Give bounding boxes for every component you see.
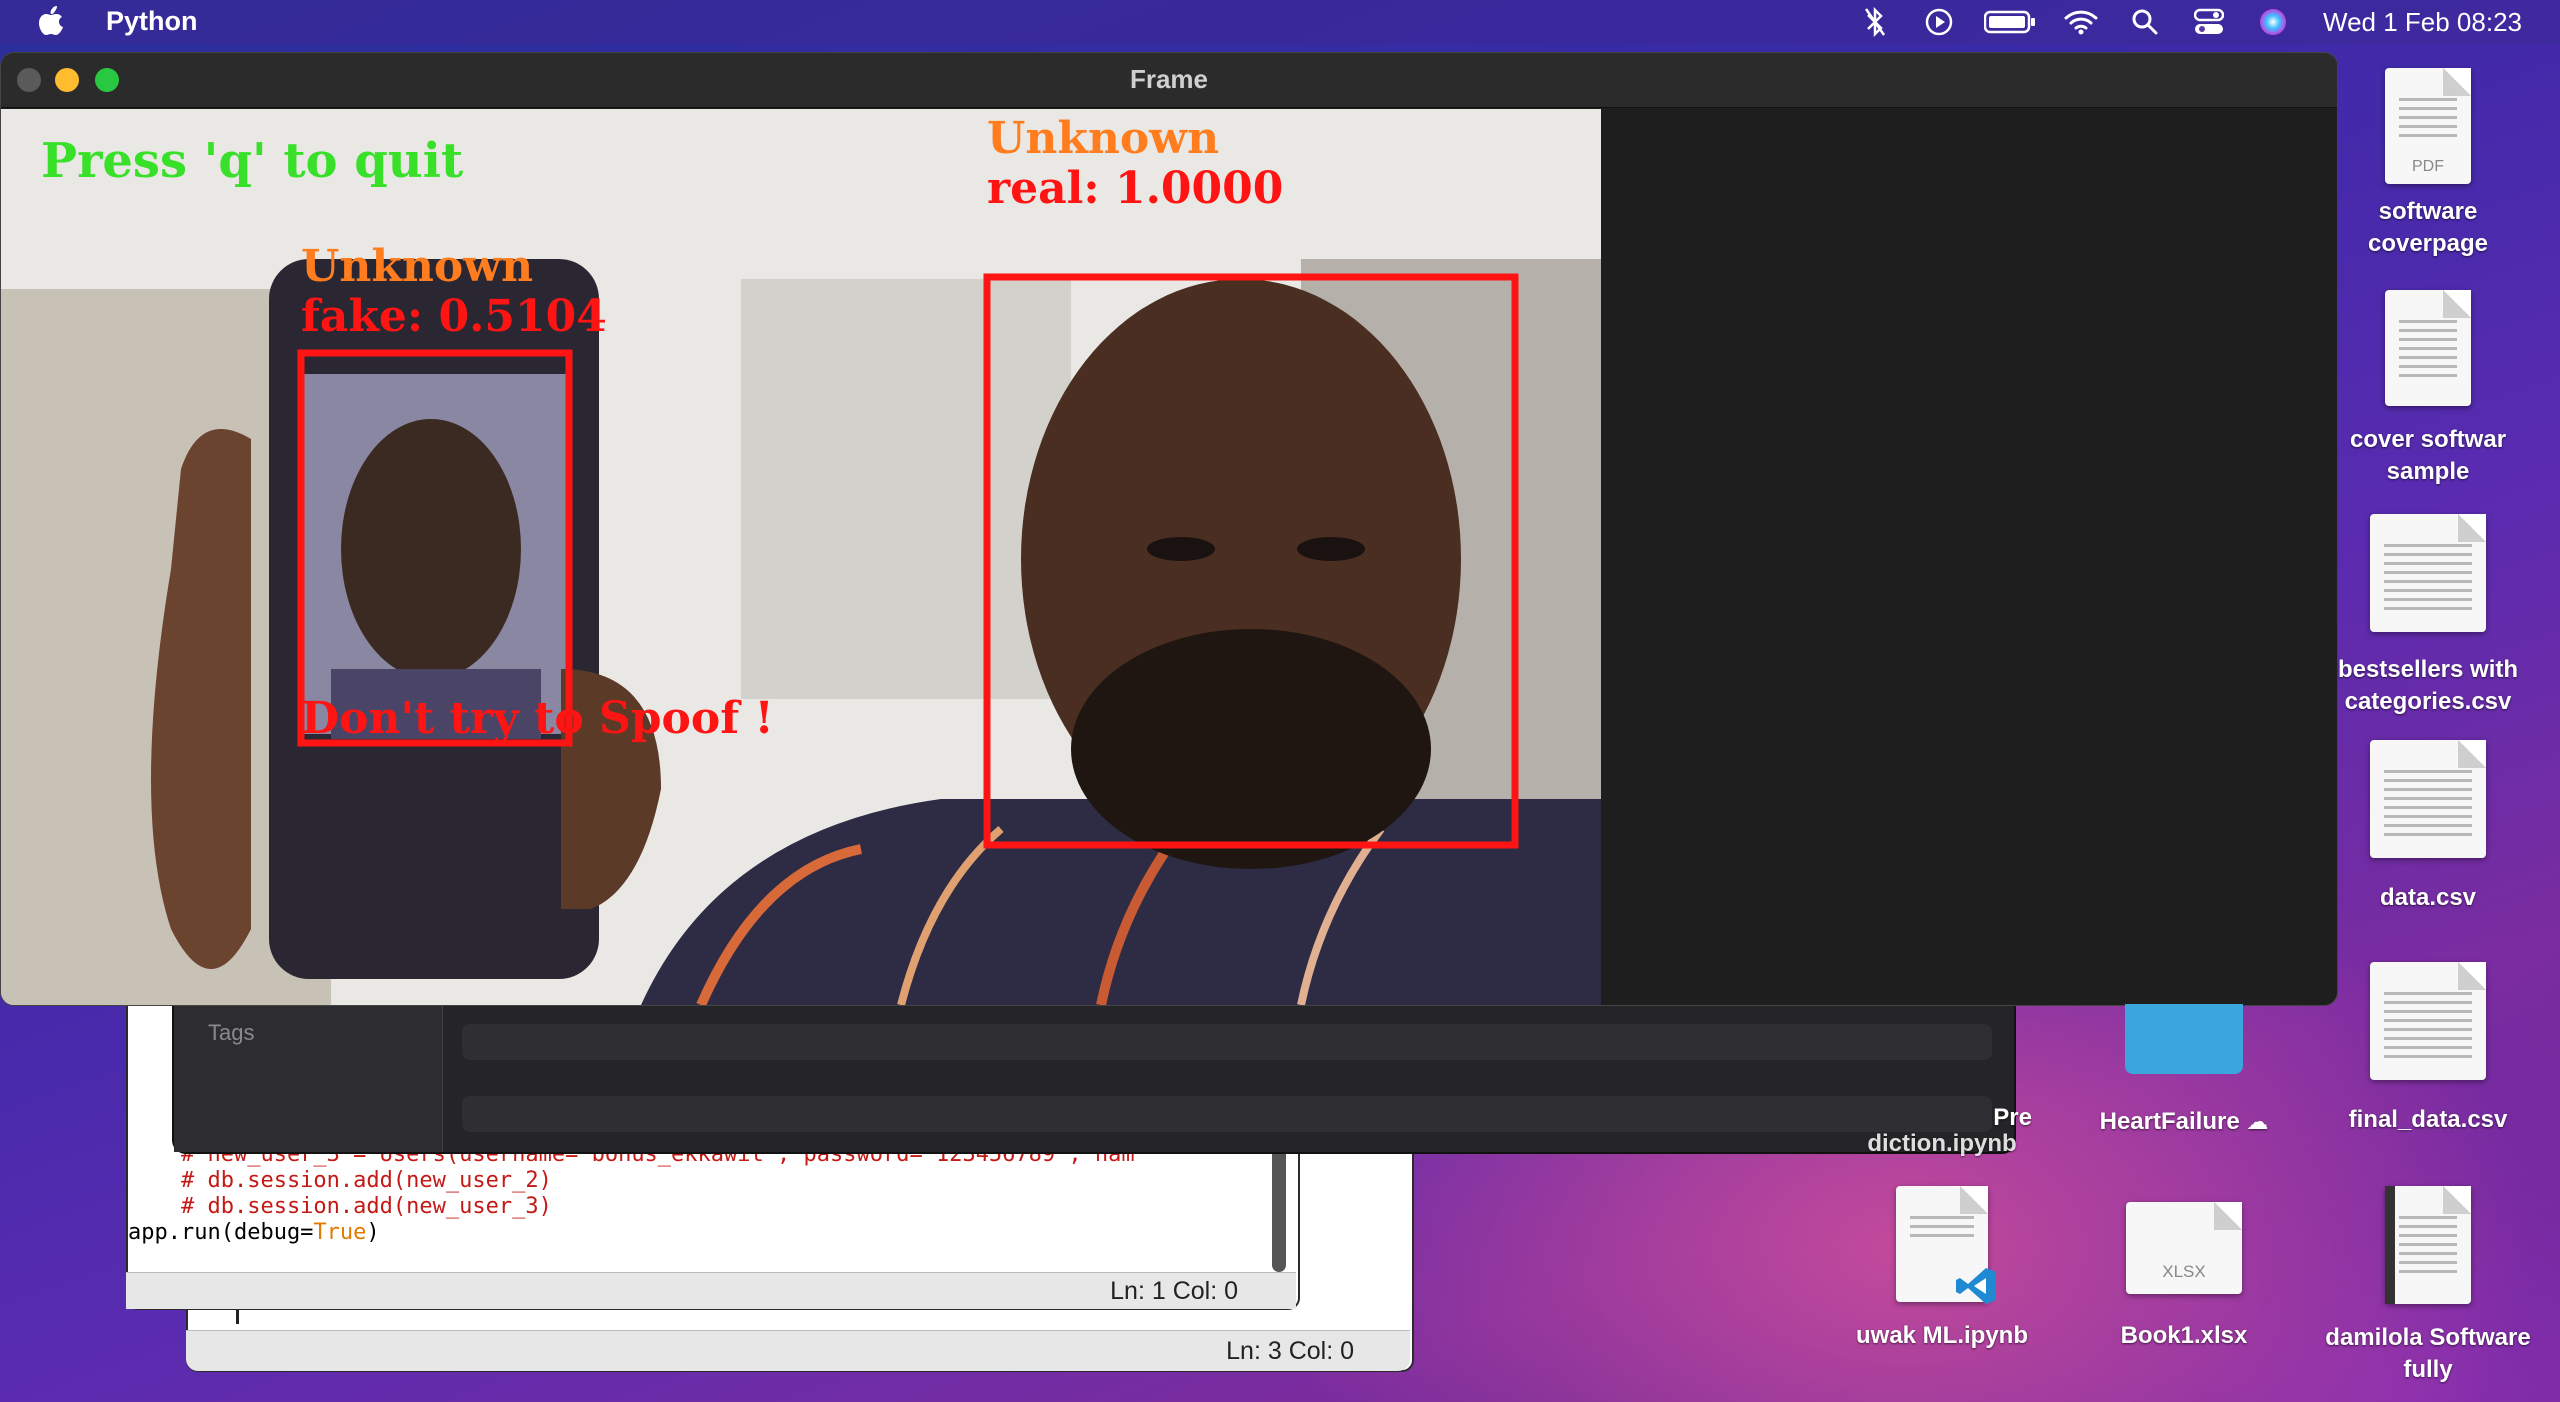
pdf-tag: PDF (2412, 158, 2444, 175)
desktop-icon-software-coverpage[interactable]: PDF software coverpage (2318, 68, 2538, 260)
csv-file-icon (2370, 962, 2486, 1080)
spoof-warning-text: Don't try to Spoof ! (301, 693, 774, 744)
csv-file-icon (2370, 514, 2486, 632)
desktop-icon-uwak-ml[interactable]: uwak ML.ipynb (1832, 1186, 2052, 1352)
frame-window[interactable]: Frame Press 'q' to quit Unknown fake: 0.… (0, 52, 2338, 1006)
webcam-video-feed: Press 'q' to quit Unknown fake: 0.5104 D… (1, 109, 1601, 1005)
back-editor-line-col: Ln: 3 Col: 0 (1226, 1337, 1354, 1365)
play-icon[interactable] (1919, 0, 1959, 44)
code-editor-status-bar: Ln: 1 Col: 0 (126, 1272, 1296, 1309)
desktop-icon-label: cover softwar (2349, 426, 2507, 453)
desktop-icon-label: coverpage (2367, 230, 2489, 257)
apple-logo-icon[interactable] (38, 6, 64, 36)
pdf-file-icon: PDF (2385, 68, 2471, 184)
fake-name-label: Unknown (301, 241, 534, 292)
wifi-icon[interactable] (2061, 0, 2101, 44)
beard (1071, 629, 1431, 869)
desktop-icon-bestsellers[interactable]: bestsellers with categories.csv (2318, 514, 2538, 718)
control-center-icon[interactable] (2189, 0, 2229, 44)
xlsx-file-icon: XLSX (2126, 1202, 2242, 1294)
desktop-icon-data-csv[interactable]: data.csv (2318, 740, 2538, 914)
code-line: # db.session.add(new_user_2) (128, 1168, 552, 1193)
desktop-icon-label: final_data.csv (2348, 1106, 2508, 1133)
frame-title: Frame (1129, 64, 1209, 94)
tags-sidebar: Tags (174, 992, 443, 1152)
tag-input-field[interactable] (462, 1096, 1992, 1132)
folder-icon (2125, 1004, 2243, 1074)
battery-icon[interactable] (1983, 0, 2037, 44)
desktop-icon-prediction[interactable]: Pre diction.ipynb (1832, 1102, 2052, 1160)
desktop-icon-label: categories.csv (2344, 688, 2512, 715)
tag-input-field[interactable] (462, 1024, 1992, 1060)
desktop-icon-label: fully (2403, 1356, 2453, 1383)
menu-clock[interactable]: Wed 1 Feb 08:23 (2323, 7, 2522, 38)
desktop-icon-label: sample (2386, 458, 2470, 485)
icloud-icon: ☁ (2246, 1109, 2269, 1134)
document-file-icon (2385, 1186, 2471, 1304)
vscode-icon (1956, 1268, 1996, 1304)
fake-score-label: fake: 0.5104 (301, 291, 607, 342)
desktop-icon-label: bestsellers with (2337, 656, 2519, 683)
app-name-menu[interactable]: Python (106, 6, 198, 37)
back-editor-status-bar: Ln: 3 Col: 0 (186, 1330, 1410, 1371)
desktop-icon-label: HeartFailure ☁ (2099, 1108, 2269, 1135)
desktop-icon-label: diction.ipynb (1867, 1130, 2017, 1157)
desktop-icon-label: uwak ML.ipynb (1855, 1322, 2028, 1349)
desktop-icon-label: Book1.xlsx (2120, 1322, 2248, 1349)
quit-hint-text: Press 'q' to quit (41, 133, 464, 189)
code-line-run: app.run(debug=True) (128, 1220, 1268, 1246)
code-editor-line-col: Ln: 1 Col: 0 (1110, 1277, 1238, 1305)
code-area[interactable]: # new_user_3 = Users(username='bonus_ekk… (128, 1142, 1268, 1246)
tags-window[interactable]: Tags (172, 990, 2016, 1154)
desktop-icon-damilola[interactable]: damilola Software fully (2318, 1186, 2538, 1386)
menu-bar: Python Wed 1 Feb 08:23 (0, 0, 2560, 44)
phone-face (341, 419, 521, 679)
desktop-icon-label: damilola Software (2325, 1324, 2531, 1351)
search-icon[interactable] (2125, 0, 2165, 44)
desktop-icon-final-data-csv[interactable]: final_data.csv (2318, 962, 2538, 1136)
code-run-suffix: ) (366, 1220, 380, 1245)
csv-file-icon (2370, 740, 2486, 858)
bluetooth-icon[interactable] (1855, 0, 1895, 44)
tags-label: Tags (208, 1020, 255, 1045)
frame-title-bar[interactable]: Frame (1, 53, 2337, 108)
webcam-scene (1, 109, 1601, 1005)
desktop-icon-label: data.csv (2379, 884, 2477, 911)
ipynb-file-icon (1896, 1186, 1996, 1304)
code-line: # db.session.add(new_user_3) (128, 1194, 552, 1219)
desktop-icon-cover-softwar-sample[interactable]: cover softwar sample (2318, 290, 2538, 488)
desktop-icon-heartfailure[interactable]: HeartFailure ☁ (2074, 1004, 2294, 1138)
document-file-icon (2385, 290, 2471, 406)
real-score-label: real: 1.0000 (987, 163, 1284, 214)
left-eye (1147, 537, 1215, 561)
xlsx-tag: XLSX (2162, 1262, 2206, 1281)
right-eye (1297, 537, 1365, 561)
desktop-icon-label: software (2378, 198, 2478, 225)
code-keyword-true: True (313, 1220, 367, 1245)
real-name-label: Unknown (987, 113, 1220, 164)
code-run-prefix: app.run(debug= (128, 1220, 314, 1245)
siri-icon[interactable] (2253, 0, 2293, 44)
desktop-icon-book1[interactable]: XLSX Book1.xlsx (2074, 1202, 2294, 1352)
doorway (741, 279, 1071, 699)
